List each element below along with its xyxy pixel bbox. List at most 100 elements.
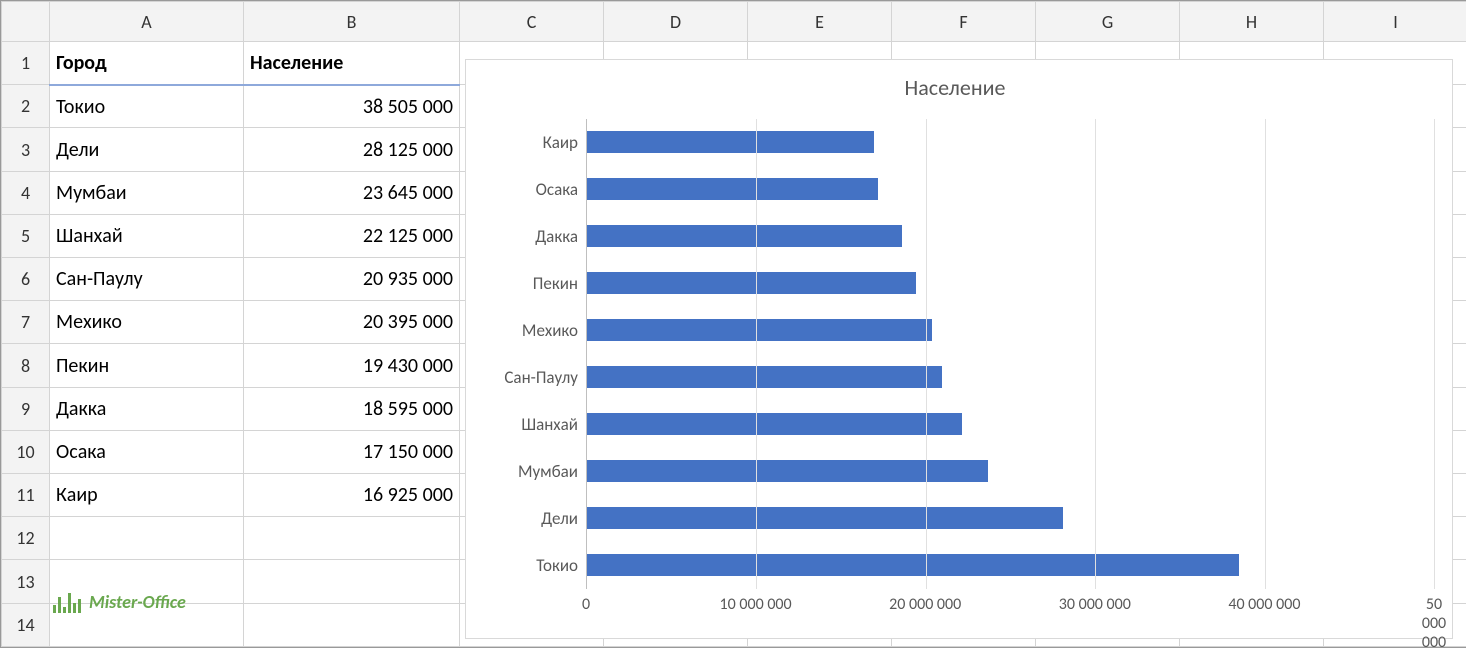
chart-bar-row <box>587 225 1434 249</box>
chart-bar <box>587 178 878 200</box>
col-header-A[interactable]: A <box>50 2 244 42</box>
chart-bar-row <box>587 507 1434 531</box>
cell[interactable]: 18 595 000 <box>244 387 460 430</box>
select-all-corner[interactable] <box>2 2 50 42</box>
row-header[interactable]: 4 <box>2 171 50 214</box>
cell[interactable]: Дели <box>50 128 244 171</box>
col-header-I[interactable]: I <box>1324 2 1466 42</box>
chart-x-tick: 20 000 000 <box>889 595 961 614</box>
chart-category-label: Мумбаи <box>476 463 578 480</box>
col-header-C[interactable]: C <box>460 2 604 42</box>
chart-bars-area <box>586 119 1434 589</box>
cell[interactable]: Пекин <box>50 344 244 387</box>
row-header[interactable]: 12 <box>2 517 50 560</box>
row-header[interactable]: 14 <box>2 603 50 646</box>
chart-x-tick: 40 000 000 <box>1228 595 1300 614</box>
row-header[interactable]: 9 <box>2 387 50 430</box>
cell[interactable]: Город <box>50 42 244 85</box>
chart-bar <box>587 554 1239 576</box>
cell[interactable] <box>244 603 460 646</box>
chart-category-label: Дакка <box>476 228 578 245</box>
row-header[interactable]: 3 <box>2 128 50 171</box>
chart-bar <box>587 507 1063 529</box>
cell[interactable]: 38 505 000 <box>244 85 460 128</box>
cell[interactable]: Шанхай <box>50 214 244 257</box>
chart-x-tick: 10 000 000 <box>720 595 792 614</box>
chart-category-label: Сан-Паулу <box>476 369 578 386</box>
chart-bar-row <box>587 178 1434 202</box>
chart-gridline <box>756 119 757 589</box>
row-header[interactable]: 6 <box>2 258 50 301</box>
chart-category-label: Мехико <box>476 322 578 339</box>
cell[interactable]: 28 125 000 <box>244 128 460 171</box>
cell[interactable]: Каир <box>50 474 244 517</box>
chart-bar <box>587 272 916 294</box>
chart-category-label: Дели <box>476 510 578 527</box>
col-header-G[interactable]: G <box>1036 2 1180 42</box>
chart-gridline <box>1095 119 1096 589</box>
cell[interactable]: 22 125 000 <box>244 214 460 257</box>
chart-x-axis: 010 000 00020 000 00030 000 00040 000 00… <box>586 595 1434 625</box>
chart-bar-row <box>587 460 1434 484</box>
chart-category-label: Пекин <box>476 275 578 292</box>
col-header-F[interactable]: F <box>892 2 1036 42</box>
chart-title: Население <box>476 74 1434 101</box>
chart-gridline <box>926 119 927 589</box>
col-header-H[interactable]: H <box>1180 2 1324 42</box>
cell[interactable]: 16 925 000 <box>244 474 460 517</box>
cell[interactable]: Население <box>244 42 460 85</box>
chart-bar-row <box>587 131 1434 155</box>
col-header-D[interactable]: D <box>604 2 748 42</box>
chart-gridline <box>1434 119 1435 589</box>
chart-bars <box>587 119 1434 589</box>
col-header-B[interactable]: B <box>244 2 460 42</box>
chart-bar <box>587 366 942 388</box>
cell[interactable]: 23 645 000 <box>244 171 460 214</box>
cell[interactable]: 17 150 000 <box>244 430 460 473</box>
row-header[interactable]: 10 <box>2 430 50 473</box>
cell[interactable] <box>50 517 244 560</box>
chart-category-label: Каир <box>476 134 578 151</box>
watermark-text: Mister-Office <box>89 591 186 613</box>
cell[interactable]: Мехико <box>50 301 244 344</box>
watermark-icon <box>53 591 81 613</box>
chart-bar-row <box>587 413 1434 437</box>
chart-x-tick: 0 <box>582 595 590 614</box>
row-header[interactable]: 2 <box>2 85 50 128</box>
cell[interactable]: 20 935 000 <box>244 258 460 301</box>
cell[interactable]: Осака <box>50 430 244 473</box>
chart-category-label: Шанхай <box>476 416 578 433</box>
cell[interactable]: Дакка <box>50 387 244 430</box>
chart-bar-row <box>587 554 1434 578</box>
row-header[interactable]: 7 <box>2 301 50 344</box>
chart-x-tick: 50 000 000 <box>1422 595 1446 652</box>
column-headers-row: A B C D E F G H I <box>2 2 1466 42</box>
cell[interactable]: 20 395 000 <box>244 301 460 344</box>
row-header[interactable]: 8 <box>2 344 50 387</box>
chart-bar <box>587 319 932 341</box>
chart-category-label: Токио <box>476 557 578 574</box>
cell[interactable] <box>244 517 460 560</box>
chart-y-labels: Каир Осака Дакка Пекин Мехико Сан-Паулу Шанхай… <box>476 119 586 589</box>
chart-bar <box>587 413 962 435</box>
chart-bar <box>587 225 902 247</box>
row-header[interactable]: 5 <box>2 214 50 257</box>
cell[interactable]: Мумбаи <box>50 171 244 214</box>
chart-container[interactable]: Население Каир Осака Дакка Пекин Мехико Сан-П… <box>465 59 1453 639</box>
chart-category-label: Осака <box>476 181 578 198</box>
cell[interactable] <box>244 560 460 603</box>
row-header[interactable]: 1 <box>2 42 50 85</box>
row-header[interactable]: 13 <box>2 560 50 603</box>
chart-plot-area: Каир Осака Дакка Пекин Мехико Сан-Паулу Шанхай… <box>476 119 1434 589</box>
watermark-logo: Mister-Office <box>53 591 186 613</box>
row-header[interactable]: 11 <box>2 474 50 517</box>
cell[interactable]: Сан-Паулу <box>50 258 244 301</box>
col-header-E[interactable]: E <box>748 2 892 42</box>
chart-bar <box>587 131 874 153</box>
chart-bar-row <box>587 366 1434 390</box>
chart-bar <box>587 460 988 482</box>
cell[interactable]: 19 430 000 <box>244 344 460 387</box>
chart-x-tick: 30 000 000 <box>1059 595 1131 614</box>
chart-bar-row <box>587 272 1434 296</box>
cell[interactable]: Токио <box>50 85 244 128</box>
